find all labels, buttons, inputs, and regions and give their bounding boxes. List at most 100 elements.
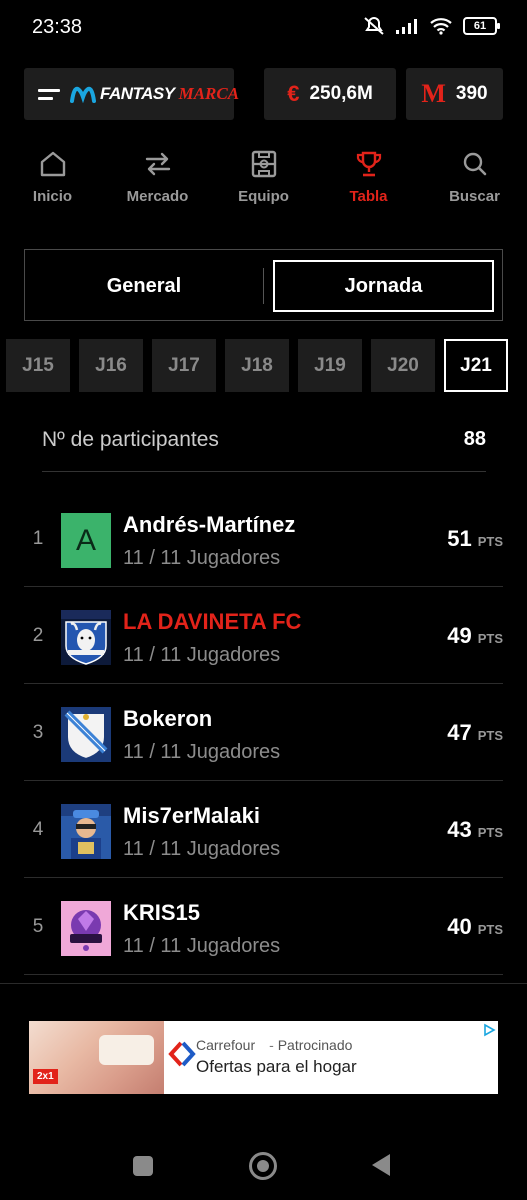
ad-advertiser: Carrefour [196, 1037, 256, 1053]
ad-pillow [99, 1035, 154, 1065]
signal-icon [396, 19, 417, 34]
avatar-letter: A [75, 523, 96, 557]
players-count: 11 / 11 Jugadores [123, 838, 281, 860]
nav-inicio[interactable]: Inicio [0, 148, 105, 205]
rank-number: 2 [32, 625, 44, 646]
nav-mercado[interactable]: Mercado [105, 148, 210, 205]
standings-row[interactable]: 5 KRIS15 11 / 11 Jugadores 40 PTS [24, 878, 503, 975]
points-unit: PTS [477, 922, 503, 937]
standings-row[interactable]: 2 LA DAVINETA FC 11 / 11 Jugadores 49 PT… [24, 587, 503, 684]
nav-equipo[interactable]: Equipo [211, 148, 316, 205]
round-chip[interactable]: J19 [298, 339, 362, 392]
home-icon [40, 151, 65, 177]
home-button[interactable] [249, 1152, 277, 1180]
team-avatar: A [61, 513, 111, 568]
nav-label: Equipo [238, 188, 289, 205]
transfer-arrows-icon [145, 152, 170, 176]
team-score: 43 PTS [447, 817, 503, 843]
round-chip[interactable]: J20 [371, 339, 435, 392]
points-value: 40 [447, 914, 472, 939]
status-time: 23:38 [32, 16, 83, 38]
round-selector: J15 J16 J17 J18 J19 J20 J21 [6, 339, 508, 392]
wifi-icon [430, 18, 452, 35]
team-name: Bokeron [123, 706, 213, 731]
movistar-m-icon [70, 86, 96, 103]
round-chip[interactable]: J17 [152, 339, 216, 392]
main-nav: Inicio Mercado Equipo Tabla Buscar [0, 148, 527, 218]
brand-fantasy: FANTASY [100, 84, 175, 103]
points-unit: PTS [477, 728, 503, 743]
points-pill[interactable]: M 390 [406, 68, 503, 120]
tab-jornada[interactable]: Jornada [273, 260, 494, 312]
points-value: 43 [447, 817, 472, 842]
team-score: 51 PTS [447, 526, 503, 552]
pitch-icon [251, 150, 276, 178]
battery-icon: 61 [463, 17, 500, 35]
goat-crest-icon [61, 610, 111, 665]
nav-tabla[interactable]: Tabla [316, 148, 421, 205]
rank-number: 4 [32, 819, 44, 840]
nav-buscar[interactable]: Buscar [422, 148, 527, 205]
round-chip[interactable]: J15 [6, 339, 70, 392]
nav-label: Tabla [349, 188, 388, 205]
menu-icon[interactable] [38, 88, 60, 100]
team-name: LA DAVINETA FC [123, 609, 302, 634]
ad-headline: Ofertas para el hogar [196, 1057, 357, 1076]
round-chip[interactable]: J18 [225, 339, 289, 392]
points-unit: PTS [477, 825, 503, 840]
cartoon-avatar-icon [61, 804, 111, 859]
rank-number: 5 [32, 916, 44, 937]
points-value: 390 [455, 83, 488, 104]
ad-separator: - [269, 1037, 274, 1053]
team-name: KRIS15 [123, 900, 201, 925]
team-score: 47 PTS [447, 720, 503, 746]
ad-sponsored: Patrocinado [277, 1037, 353, 1053]
players-count: 11 / 11 Jugadores [123, 547, 281, 569]
standings-row[interactable]: 4 Mis7erMalaki 11 / 11 Jugadores 43 PTS [24, 781, 503, 878]
tab-general[interactable]: General [25, 260, 263, 312]
points-unit: PTS [477, 631, 503, 646]
carrefour-logo-icon [168, 1041, 196, 1067]
points-value: 51 [447, 526, 472, 551]
team-score: 40 PTS [447, 914, 503, 940]
team-avatar [61, 804, 111, 859]
recents-button[interactable] [133, 1156, 153, 1176]
brand-marca: MARCA [178, 84, 240, 103]
balance-pill[interactable]: € 250,6M [264, 68, 396, 120]
rank-number: 3 [32, 722, 44, 743]
system-nav [0, 1140, 527, 1190]
team-crest [61, 707, 111, 762]
round-chip[interactable]: J16 [79, 339, 143, 392]
shield-crest-icon [61, 707, 111, 762]
players-count: 11 / 11 Jugadores [123, 741, 281, 763]
participants-count: 88 [463, 428, 486, 450]
ad-banner[interactable]: 2x1 Carrefour - Patrocinado Ofertas para … [29, 1021, 498, 1094]
mute-icon [364, 17, 384, 35]
ad-brandline: Carrefour - Patrocinado [196, 1037, 352, 1053]
players-count: 11 / 11 Jugadores [123, 644, 281, 666]
nav-label: Buscar [449, 188, 500, 205]
nav-label: Inicio [32, 188, 73, 205]
team-crest [61, 610, 111, 665]
team-name: Mis7erMalaki [123, 803, 260, 828]
back-button[interactable] [372, 1154, 390, 1176]
kris-logo-icon [61, 901, 111, 956]
trophy-icon [356, 151, 381, 177]
toggle-divider [263, 268, 264, 304]
ad-image: 2x1 [29, 1021, 164, 1094]
euro-icon: € [287, 81, 300, 106]
nav-label: Mercado [126, 188, 189, 205]
status-icons: 61 [363, 16, 500, 36]
team-avatar [61, 901, 111, 956]
balance-value: 250,6M [309, 83, 373, 104]
adchoices-icon[interactable] [482, 1023, 496, 1037]
rank-number: 1 [32, 528, 44, 549]
round-chip-selected[interactable]: J21 [444, 339, 508, 392]
participants-label: Nº de participantes [42, 427, 219, 451]
points-value: 47 [447, 720, 472, 745]
status-bar: 23:38 61 [0, 0, 527, 58]
standings-row[interactable]: 1 A Andrés-Martínez 11 / 11 Jugadores 51… [24, 490, 503, 587]
battery-level: 61 [473, 20, 487, 32]
brand-bar[interactable]: FANTASY MARCA [24, 68, 239, 120]
standings-row[interactable]: 3 Bokeron 11 / 11 Jugadores 47 PTS [24, 684, 503, 781]
